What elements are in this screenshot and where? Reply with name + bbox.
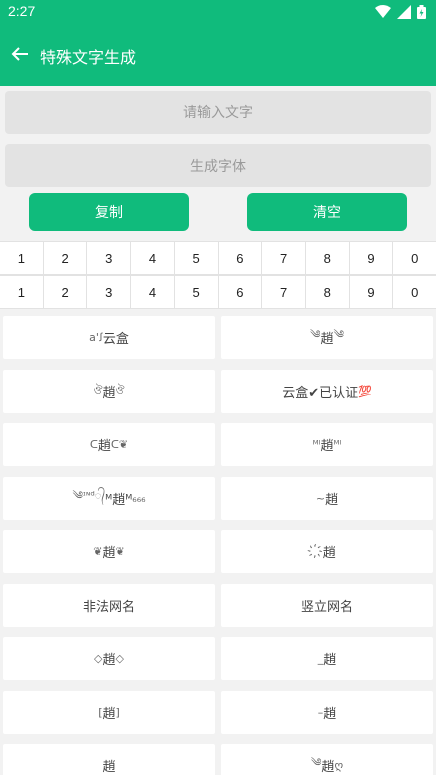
- number-cell[interactable]: 1: [0, 242, 44, 274]
- style-text-main: 趙: [320, 332, 334, 347]
- style-card[interactable]: ᑕ 趙 ᑕ❦: [3, 423, 215, 466]
- style-card[interactable]: 趙: [3, 744, 215, 775]
- style-card[interactable]: ᴹˡ 趙 ᴹˡ: [221, 423, 433, 466]
- copy-button[interactable]: 复制: [29, 193, 189, 231]
- style-text-main: ᴹ趙ᴹ: [105, 492, 133, 508]
- style-text-main: 云盒✔已认证: [282, 385, 359, 401]
- generate-font-label: 生成字体: [190, 158, 246, 175]
- style-text-main: 趙: [322, 546, 336, 561]
- number-row-1: 1234567890: [0, 241, 436, 275]
- number-cell[interactable]: 1: [0, 276, 44, 308]
- style-card[interactable]: 云盒✔已认证 💯: [221, 369, 433, 413]
- style-text-main: 趙: [102, 653, 116, 668]
- style-card[interactable]: ❦ 趙 ❦: [3, 530, 215, 573]
- style-text-main: 云盒: [102, 332, 129, 347]
- page-title: 特殊文字生成: [40, 48, 137, 67]
- style-card[interactable]: 竖立网名: [221, 583, 433, 627]
- style-text-main: 趙: [97, 439, 111, 454]
- style-text-pre: ༄ᶦᶰᵈ᭄: [72, 488, 106, 502]
- style-text-main: 趙: [102, 546, 116, 561]
- style-text-pre: ༄: [310, 756, 322, 769]
- generate-font-button[interactable]: 生成字体: [5, 144, 431, 187]
- battery-icon: [417, 5, 426, 19]
- style-card[interactable]: a'ꭍ 云盒: [3, 316, 215, 359]
- style-text-post: ]: [115, 705, 120, 719]
- number-cell[interactable]: 0: [393, 276, 436, 308]
- style-card[interactable]: ༄ 趙 ༄: [221, 316, 433, 359]
- number-cell[interactable]: 4: [131, 242, 175, 274]
- status-bar: 2:27: [0, 0, 436, 24]
- number-cell[interactable]: 7: [262, 276, 306, 308]
- status-icons: [375, 5, 426, 19]
- number-cell[interactable]: 2: [44, 276, 88, 308]
- style-card[interactable]: 非法网名: [3, 583, 215, 627]
- style-text-pre: ᴹˡ: [312, 438, 321, 451]
- style-card[interactable]: _ 趙: [221, 637, 433, 680]
- back-arrow-icon[interactable]: [10, 44, 30, 64]
- style-text-post: ღ: [334, 759, 344, 772]
- wifi-icon: [375, 5, 391, 18]
- number-cell[interactable]: 8: [306, 242, 350, 274]
- style-text-main: 趙: [102, 385, 116, 401]
- style-text-pre: ༄: [309, 328, 321, 341]
- style-text-pre: ঔ: [93, 383, 103, 397]
- style-card[interactable]: ༄ 趙 ღ: [221, 744, 433, 775]
- clear-button-label: 清空: [313, 205, 341, 221]
- style-card[interactable]: – 趙: [221, 690, 433, 734]
- style-text-main: 趙: [320, 439, 334, 454]
- style-text-post: ₆₆₆: [132, 491, 146, 505]
- number-cell[interactable]: 7: [262, 242, 306, 274]
- style-text-pre: ❦: [93, 545, 103, 558]
- style-text-post: ༄: [333, 328, 345, 341]
- clear-button[interactable]: 清空: [247, 193, 407, 231]
- style-text-main: 趙: [321, 760, 335, 775]
- style-text-post: ᴹˡ: [333, 438, 342, 451]
- number-row-2: 1234567890: [0, 275, 436, 309]
- style-text-main: 趙: [102, 760, 116, 775]
- style-text-main: 趙: [323, 653, 337, 668]
- style-text-main: 竖立网名: [300, 599, 353, 615]
- style-text-pre: ᑕ: [89, 438, 98, 451]
- style-card[interactable]: ◇ 趙 ◇: [3, 637, 215, 680]
- style-text-main: 趙: [325, 492, 339, 508]
- copy-button-label: 复制: [95, 205, 123, 221]
- style-text-main: 趙: [102, 706, 116, 722]
- number-cell[interactable]: 4: [131, 276, 175, 308]
- style-text-main: 趙: [323, 706, 337, 722]
- style-card[interactable]: ҉ 趙: [221, 530, 433, 573]
- style-card[interactable]: ~ 趙: [221, 476, 433, 520]
- style-text-pre: a'ꭍ: [89, 331, 103, 344]
- number-cell[interactable]: 3: [87, 242, 132, 274]
- number-cell[interactable]: 6: [219, 242, 263, 274]
- app-bar: 特殊文字生成: [0, 24, 436, 86]
- number-cell[interactable]: 2: [44, 242, 88, 274]
- style-card[interactable]: ঔ趙ঔ: [3, 369, 215, 413]
- number-cell[interactable]: 0: [393, 242, 436, 274]
- number-cell[interactable]: 3: [87, 276, 132, 308]
- number-cell[interactable]: 9: [350, 276, 394, 308]
- number-cell[interactable]: 5: [175, 242, 219, 274]
- signal-icon: [397, 5, 411, 19]
- style-text-post: ঔ: [115, 383, 125, 397]
- number-cell[interactable]: 5: [175, 276, 219, 308]
- text-input-field[interactable]: [5, 91, 431, 134]
- style-card[interactable]: [趙]: [3, 690, 215, 734]
- style-text-post: ❦: [115, 545, 125, 558]
- style-text-pre: ~: [315, 491, 326, 505]
- style-text-pre: ◇: [94, 652, 103, 665]
- text-input[interactable]: [5, 91, 431, 134]
- status-time: 2:27: [8, 3, 36, 19]
- style-text-post: ᑕ❦: [110, 438, 129, 451]
- style-card[interactable]: ༄ᶦᶰᵈ᭄ ᴹ趙ᴹ ₆₆₆: [3, 476, 215, 520]
- number-cell[interactable]: 9: [350, 242, 394, 274]
- style-text-post: ◇: [115, 652, 124, 665]
- number-cell[interactable]: 8: [306, 276, 350, 308]
- style-text-main: 非法网名: [82, 599, 135, 615]
- number-cell[interactable]: 6: [219, 276, 263, 308]
- style-text-post: 💯: [358, 384, 372, 398]
